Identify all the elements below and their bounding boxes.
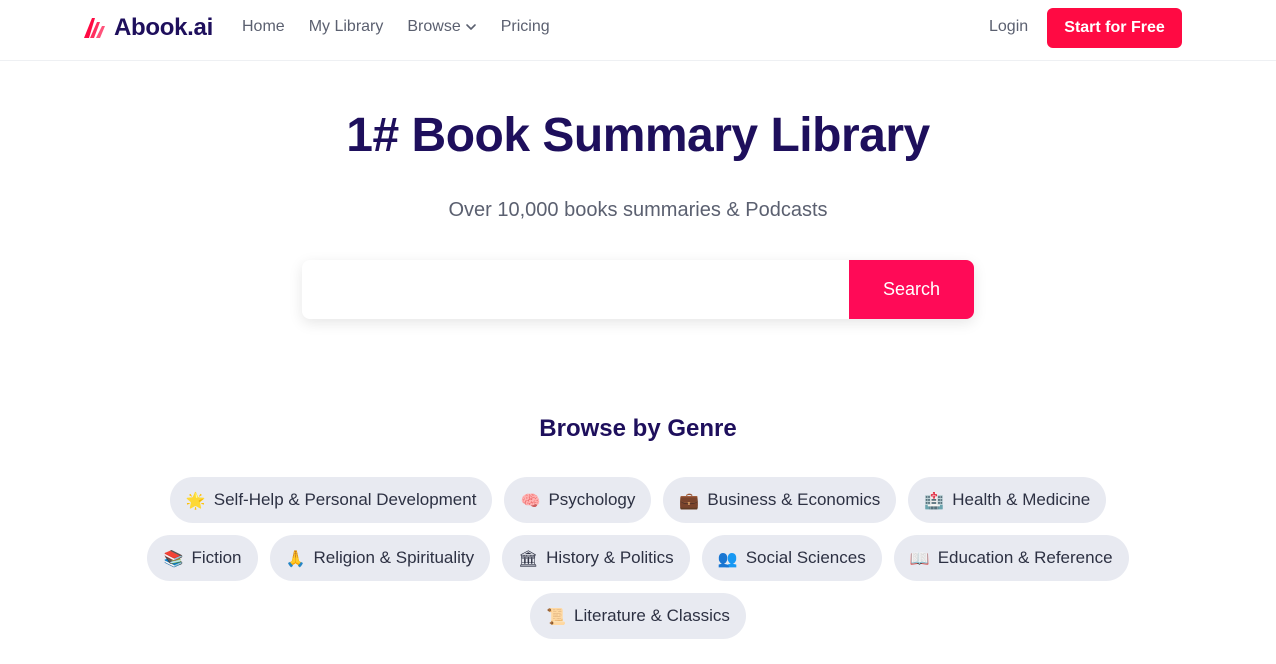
genre-chip-business[interactable]: 💼 Business & Economics [663,477,897,523]
genre-label: Psychology [548,490,636,509]
genre-row: 📚 Fiction 🙏 Religion & Spirituality 🏛 Hi… [0,535,1276,581]
people-icon: 👥 [717,548,738,568]
top-navbar: Abook.ai Home My Library Browse Pricing … [0,0,1276,61]
genre-chip-fiction[interactable]: 📚 Fiction [147,535,258,581]
scroll-icon: 📜 [546,606,566,626]
genre-chip-literature[interactable]: 📜 Literature & Classics [530,593,746,639]
genre-chip-history[interactable]: 🏛 History & Politics [502,535,690,581]
start-for-free-button[interactable]: Start for Free [1047,8,1182,48]
hospital-icon: 🏥 [924,490,945,510]
search-input[interactable] [302,260,849,319]
search-button[interactable]: Search [849,260,974,319]
login-link[interactable]: Login [989,18,1028,36]
books-icon: 📚 [163,548,184,568]
genre-label: Literature & Classics [574,606,730,625]
genre-chip-health[interactable]: 🏥 Health & Medicine [908,477,1107,523]
brand-name: Abook.ai [114,14,213,41]
genre-label: Education & Reference [937,548,1113,567]
genre-label: Social Sciences [745,548,866,567]
main-nav: Home My Library Browse Pricing [242,18,550,36]
genre-label: Health & Medicine [952,490,1091,509]
brand-logo[interactable]: Abook.ai [80,13,213,43]
nav-my-library[interactable]: My Library [309,18,384,36]
chevron-down-icon [465,24,476,30]
open-book-icon: 📖 [909,548,930,568]
sun-icon: 🌟 [185,490,206,510]
page-subtitle: Over 10,000 books summaries & Podcasts [448,199,828,221]
nav-home[interactable]: Home [242,18,285,36]
genre-label: History & Politics [546,548,674,567]
genre-chip-self-help[interactable]: 🌟 Self-Help & Personal Development [169,477,493,523]
briefcase-icon: 💼 [679,490,700,510]
genre-chip-education[interactable]: 📖 Education & Reference [893,535,1129,581]
classical-building-icon: 🏛 [518,548,539,568]
nav-pricing[interactable]: Pricing [501,18,550,36]
genre-row: 📜 Literature & Classics [0,593,1276,639]
genre-label: Religion & Spirituality [313,548,475,567]
brain-icon: 🧠 [520,490,541,510]
genre-section-title: Browse by Genre [539,415,737,442]
page-title: 1# Book Summary Library [346,109,930,162]
praying-hands-icon: 🙏 [285,548,306,568]
genre-label: Self-Help & Personal Development [213,490,477,509]
genre-chip-psychology[interactable]: 🧠 Psychology [504,477,652,523]
genre-label: Fiction [191,548,242,567]
nav-browse-label: Browse [407,18,461,35]
genre-chip-social-sciences[interactable]: 👥 Social Sciences [701,535,882,581]
search-bar: Search [302,260,974,319]
genre-chip-religion[interactable]: 🙏 Religion & Spirituality [269,535,491,581]
genre-row: 🌟 Self-Help & Personal Development 🧠 Psy… [0,477,1276,523]
genre-label: Business & Economics [707,490,881,509]
abook-logo-icon [84,18,105,38]
nav-browse[interactable]: Browse [407,18,476,36]
